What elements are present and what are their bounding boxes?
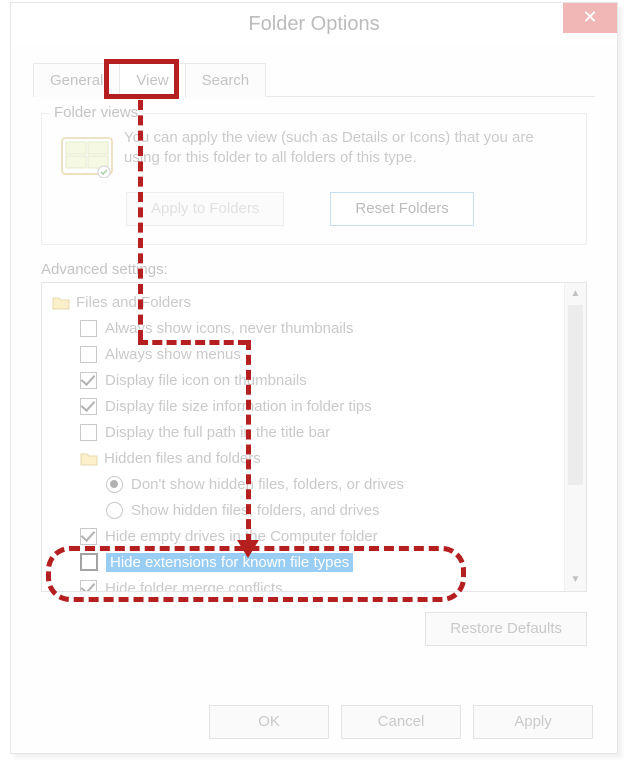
tab-search[interactable]: Search — [185, 63, 267, 97]
cancel-button[interactable]: Cancel — [341, 705, 461, 739]
option-display-file-icon[interactable]: Display file icon on thumbnails — [46, 367, 560, 393]
option-display-file-size[interactable]: Display file size information in folder … — [46, 393, 560, 419]
option-hide-empty-drives[interactable]: Hide empty drives in the Computer folder — [46, 523, 560, 549]
checkbox-icon[interactable] — [80, 580, 97, 593]
dialog-buttons: OK Cancel Apply — [209, 705, 593, 739]
checkbox-icon[interactable] — [80, 398, 97, 415]
checkbox-icon[interactable] — [80, 346, 97, 363]
option-display-full-path[interactable]: Display the full path in the title bar — [46, 419, 560, 445]
restore-defaults-button[interactable]: Restore Defaults — [425, 612, 587, 646]
checkbox-icon[interactable] — [80, 372, 97, 389]
radio-icon[interactable] — [106, 502, 123, 519]
tab-view[interactable]: View — [119, 63, 185, 98]
close-button[interactable]: ✕ — [563, 3, 617, 33]
reset-folders-button[interactable]: Reset Folders — [330, 192, 473, 226]
scroll-down-icon[interactable]: ▼ — [565, 569, 586, 591]
checkbox-icon[interactable] — [80, 424, 97, 441]
radio-icon[interactable] — [106, 476, 123, 493]
ok-button[interactable]: OK — [209, 705, 329, 739]
radio-show-hidden[interactable]: Show hidden files, folders, and drives — [46, 497, 560, 523]
apply-button[interactable]: Apply — [473, 705, 593, 739]
folder-views-group: Folder views You can apply the view (suc… — [41, 113, 587, 245]
checkbox-icon[interactable] — [80, 553, 98, 571]
option-always-show-menus[interactable]: Always show menus — [46, 341, 560, 367]
folder-icon — [80, 451, 98, 466]
radio-dont-show-hidden[interactable]: Don't show hidden files, folders, or dri… — [46, 471, 560, 497]
checkbox-icon[interactable] — [80, 320, 97, 337]
folder-icon — [52, 295, 70, 310]
advanced-settings-list: Files and Folders Always show icons, nev… — [41, 282, 587, 592]
folder-views-text: You can apply the view (such as Details … — [124, 128, 572, 178]
window-title: Folder Options — [248, 13, 379, 35]
advanced-settings-label: Advanced settings: — [41, 261, 587, 278]
option-hide-merge-conflicts[interactable]: Hide folder merge conflicts — [46, 575, 560, 592]
folder-options-window: Folder Options ✕ General View Search Fol… — [10, 2, 618, 754]
tab-general[interactable]: General — [33, 63, 120, 97]
checkbox-icon[interactable] — [80, 528, 97, 545]
scroll-thumb[interactable] — [568, 305, 583, 485]
apply-to-folders-button: Apply to Folders — [126, 192, 284, 226]
tabstrip: General View Search — [33, 63, 595, 97]
scroll-up-icon[interactable]: ▲ — [565, 283, 586, 305]
titlebar: Folder Options ✕ — [11, 3, 617, 45]
option-hide-extensions[interactable]: Hide extensions for known file types — [46, 549, 560, 575]
scrollbar[interactable]: ▲ ▼ — [564, 283, 586, 591]
tree-group: Files and Folders — [46, 289, 560, 315]
tree-group-hidden: Hidden files and folders — [46, 445, 560, 471]
folder-views-icon — [60, 132, 114, 178]
folder-views-legend: Folder views — [50, 104, 142, 121]
option-always-show-icons[interactable]: Always show icons, never thumbnails — [46, 315, 560, 341]
